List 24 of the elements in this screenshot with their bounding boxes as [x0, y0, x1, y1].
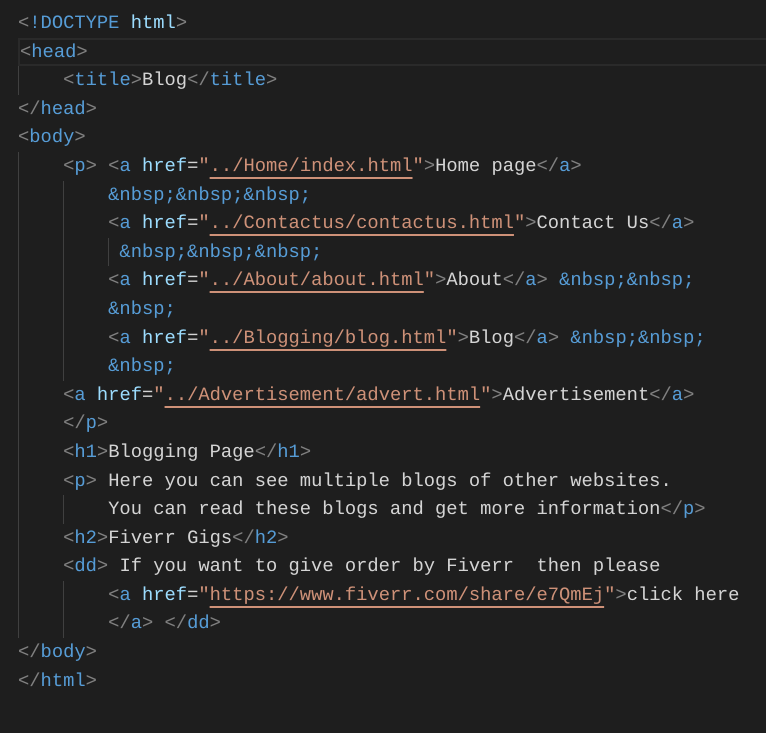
code-line: <body> [18, 125, 86, 150]
code-line: You can read these blogs and get more information</p> [107, 497, 706, 522]
code-line: </head> [18, 96, 97, 122]
code-line: <!DOCTYPE html> [18, 11, 188, 36]
code-line: <h2>Fiverr Gigs</h2> [62, 526, 289, 551]
code-line: <a href="../About/about.html">About</a> &nbsp;&nbsp; [107, 268, 694, 294]
code-line: &nbsp; [107, 354, 176, 380]
code-line: <a href="../Advertisement/advert.html">Advertisement</a> [62, 382, 694, 408]
code-line: <p> <a href="../Home/index.html">Home page</a> [62, 154, 582, 179]
code-line: <dd> If you want to give order by Fiverr then please [62, 554, 660, 580]
code-line: <head> [20, 40, 88, 64]
code-line: <a href="https://www.fiverr.com/share/e7QmEj">click here [107, 582, 740, 608]
code-line: &nbsp;&nbsp;&nbsp; [107, 182, 312, 208]
code-line: <p> Here you can see multiple blogs of other websites. [62, 468, 672, 494]
code-line: <title>Blog</title> [62, 68, 278, 94]
code-line: </p> [62, 411, 108, 436]
code-line: </html> [18, 668, 97, 694]
code-line: &nbsp; [107, 296, 176, 322]
code-line: </body> [18, 640, 97, 666]
code-line: <h1>Blogging Page</h1> [62, 440, 312, 465]
code-line: <a href="../Blogging/blog.html">Blog</a> &nbsp;&nbsp; [107, 326, 706, 351]
code-line: <a href="../Contactus/contactus.html">Contact Us</a> [107, 211, 694, 236]
code-line: &nbsp;&nbsp;&nbsp; [118, 240, 322, 265]
code-line: </a> </dd> [107, 611, 221, 636]
